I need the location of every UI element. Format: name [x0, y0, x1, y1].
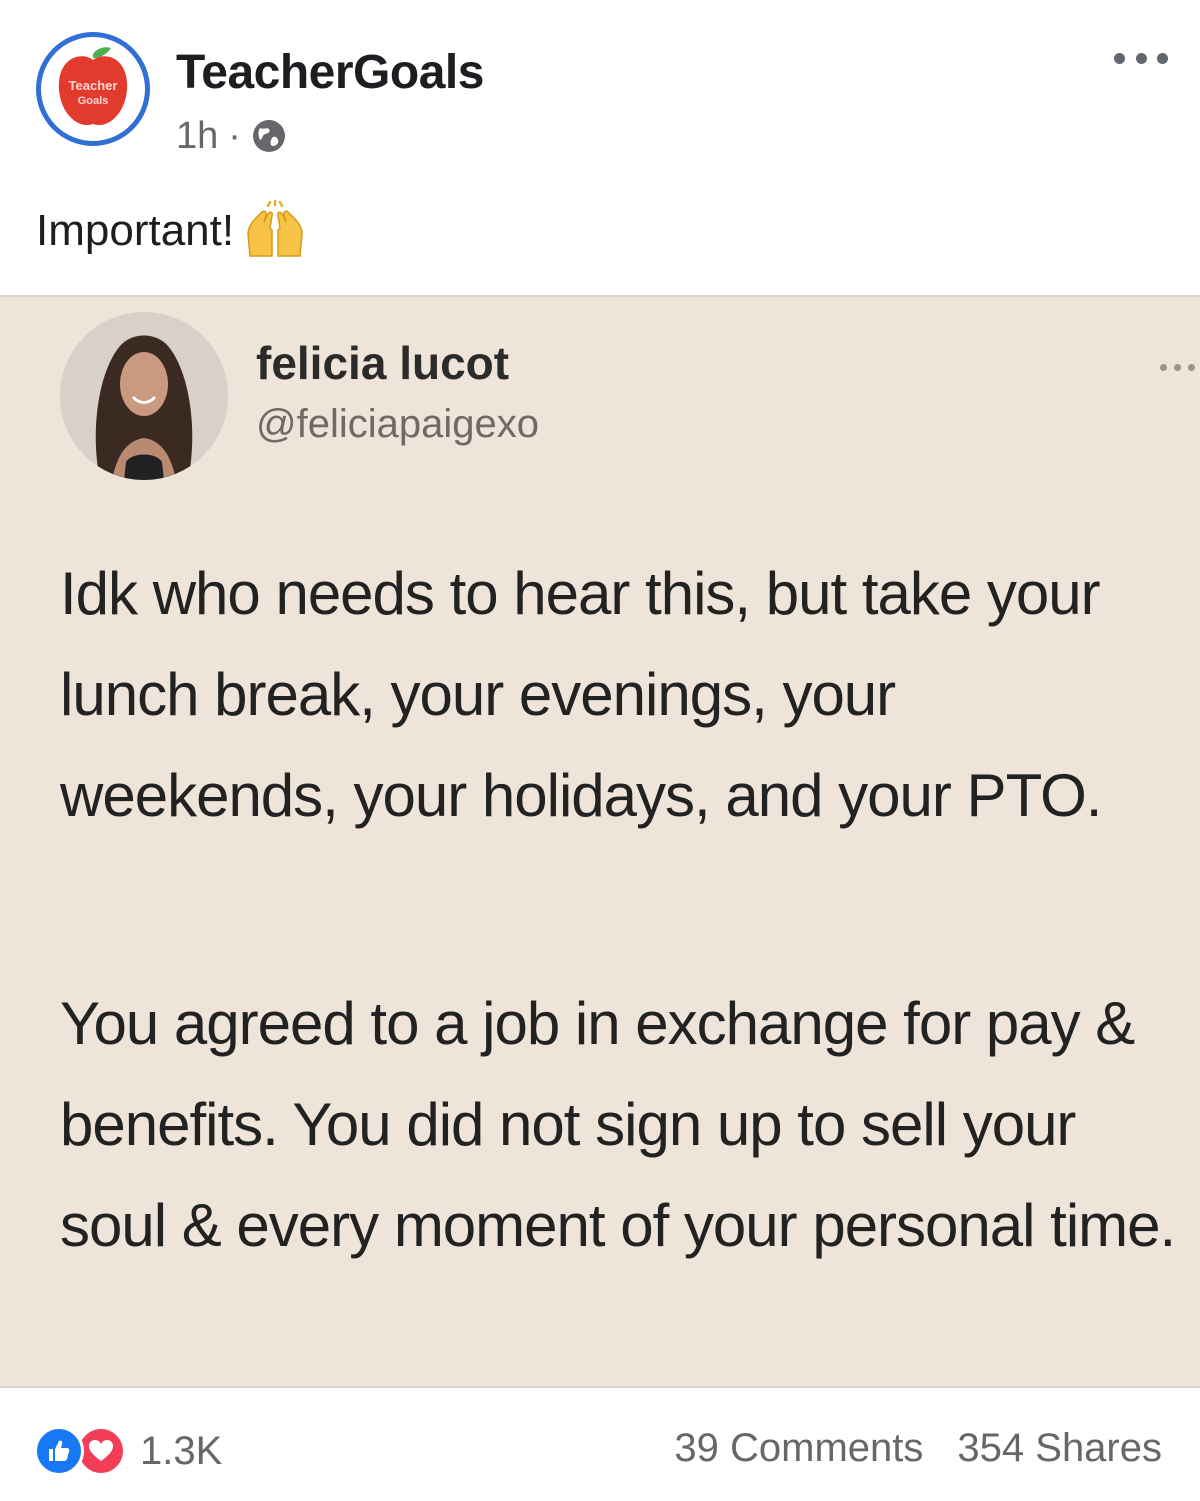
- tweet-more-dot: [1188, 363, 1195, 371]
- shared-image[interactable]: felicia lucot @feliciapaigexo Idk who ne…: [0, 295, 1200, 1388]
- more-dot: [1135, 52, 1147, 64]
- caption-text: Important!: [36, 206, 235, 255]
- shares-count-link[interactable]: 354 Shares: [957, 1426, 1162, 1471]
- tweet-paragraph-2: You agreed to a job in exchange for pay …: [60, 990, 1176, 1259]
- post-meta: 1h ·: [176, 112, 287, 160]
- reactions-summary[interactable]: 1.3K: [34, 1426, 222, 1476]
- meta-separator: ·: [228, 114, 241, 157]
- facebook-post: Teacher Goals TeacherGoals 1h · Importan…: [0, 0, 1200, 1501]
- tweet-more-dot: [1174, 363, 1181, 371]
- like-icon: [34, 1426, 84, 1476]
- tweet-author-avatar: [60, 312, 228, 480]
- reaction-count: 1.3K: [140, 1428, 223, 1473]
- tweet-more-dot: [1160, 363, 1167, 371]
- tweet-author-handle: @feliciapaigexo: [256, 402, 539, 446]
- page-avatar[interactable]: Teacher Goals: [36, 32, 150, 146]
- person-portrait-icon: [60, 312, 228, 480]
- post-footer: 1.3K 39 Comments 354 Shares: [0, 1388, 1200, 1501]
- apple-logo-icon: Teacher Goals: [58, 47, 128, 125]
- tweet-paragraph-1: Idk who needs to hear this, but take you…: [60, 560, 1102, 829]
- globe-icon: [252, 120, 285, 152]
- more-dot: [1157, 52, 1168, 64]
- logo-text-goals: Goals: [78, 95, 109, 107]
- more-dot: [1114, 52, 1125, 64]
- post-caption: Important!: [36, 200, 306, 262]
- comments-count-link[interactable]: 39 Comments: [674, 1426, 923, 1471]
- tweet-author-name: felicia lucot: [256, 337, 510, 389]
- engagement-counts: 39 Comments 354 Shares: [674, 1426, 1162, 1471]
- raising-hands-emoji-icon: [247, 200, 303, 257]
- logo-text-teacher: Teacher: [69, 78, 118, 93]
- post-header: Teacher Goals TeacherGoals 1h · Importan…: [0, 0, 1200, 257]
- more-options-button[interactable]: [1114, 38, 1168, 78]
- post-timestamp[interactable]: 1h: [176, 115, 218, 158]
- page-name-link[interactable]: TeacherGoals: [176, 44, 484, 102]
- tweet-more-icon: [1160, 357, 1200, 377]
